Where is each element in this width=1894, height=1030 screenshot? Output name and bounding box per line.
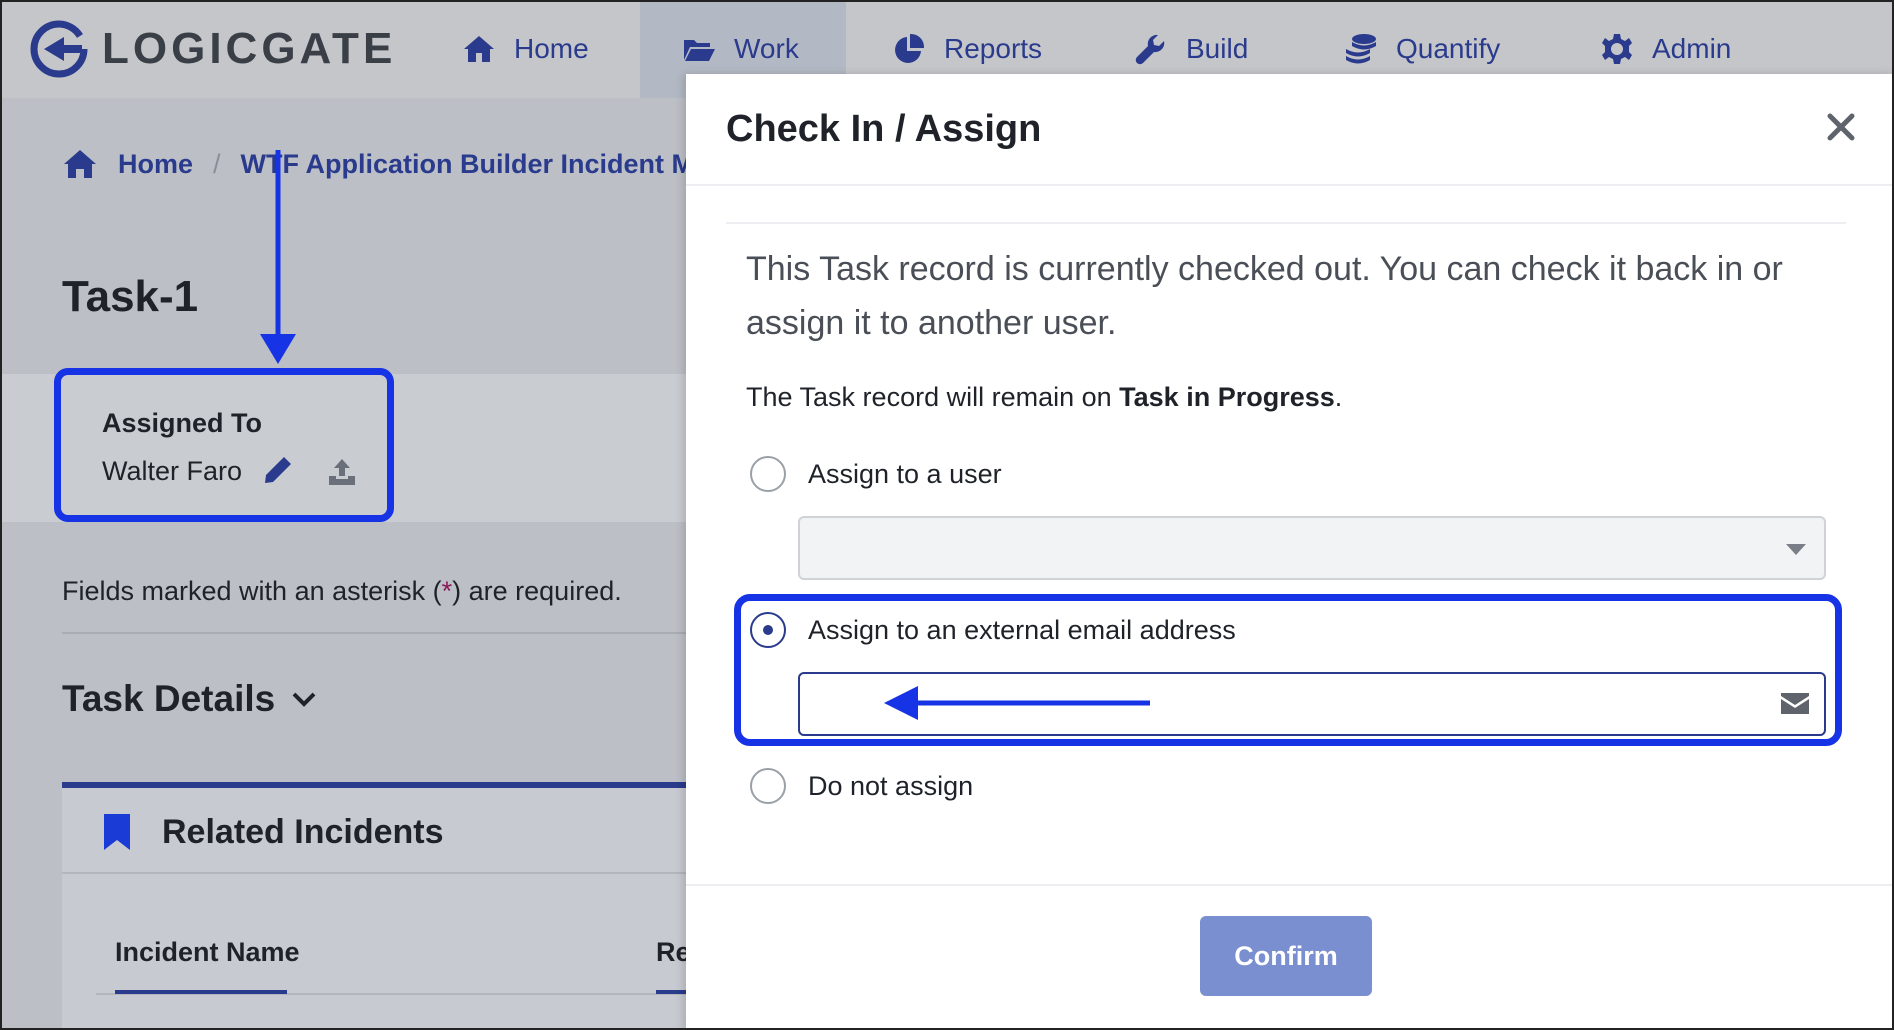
caret-down-icon: [1786, 544, 1806, 555]
option-assign-to-email[interactable]: Assign to an external email address: [750, 612, 1236, 648]
breadcrumb-home-link[interactable]: Home: [118, 149, 193, 180]
gear-icon: [1602, 34, 1632, 64]
remain-on-step-message: The Task record will remain on Task in P…: [746, 382, 1342, 413]
radio-label: Assign to an external email address: [808, 614, 1236, 645]
logo[interactable]: LOGICGATE: [30, 18, 396, 80]
modal-header-divider: [686, 184, 1894, 186]
related-incidents-header: Related Incidents: [102, 812, 444, 852]
breadcrumb-current-link[interactable]: WTF Application Builder Incident Mar: [241, 149, 720, 180]
upload-icon[interactable]: [326, 456, 358, 488]
modal-title: Check In / Assign: [726, 108, 1042, 150]
confirm-button[interactable]: Confirm: [1200, 916, 1372, 996]
radio-assign-to-email[interactable]: [750, 612, 786, 648]
column-sort-indicator: [115, 990, 287, 994]
radio-do-not-assign[interactable]: [750, 768, 786, 804]
option-do-not-assign[interactable]: Do not assign: [750, 768, 973, 804]
breadcrumb: Home / WTF Application Builder Incident …: [62, 148, 720, 180]
page-title: Task-1: [62, 272, 199, 321]
required-note-prefix: Fields marked with an asterisk (: [62, 576, 442, 606]
checked-out-message: This Task record is currently checked ou…: [746, 250, 1783, 342]
task-details-toggle[interactable]: Task Details: [62, 678, 319, 720]
close-icon: [1827, 113, 1855, 141]
assigned-to-value: Walter Faro: [102, 456, 243, 486]
radio-label: Do not assign: [808, 770, 974, 801]
check-in-assign-modal: Check In / Assign This Task record is cu…: [686, 74, 1894, 1030]
required-fields-note: Fields marked with an asterisk (*) are r…: [62, 576, 622, 607]
close-button[interactable]: [1816, 102, 1866, 152]
divider: [726, 222, 1846, 224]
nav-label: Home: [514, 33, 589, 64]
remain-step-name: Task in Progress: [1119, 382, 1335, 412]
nav-label: Build: [1186, 33, 1249, 64]
related-incidents-title: Related Incidents: [162, 812, 444, 851]
remain-suffix: .: [1334, 382, 1343, 412]
column-sort-indicator: [656, 990, 686, 994]
nav-label: Admin: [1652, 33, 1732, 64]
chevron-down-icon: [292, 692, 316, 707]
assigned-to-label: Assigned To: [102, 408, 263, 438]
required-asterisk: *: [441, 576, 453, 606]
folder-open-icon: [684, 40, 715, 61]
coins-icon: [1346, 34, 1376, 64]
radio-label: Assign to a user: [808, 458, 1002, 489]
nav-label: Quantify: [1396, 33, 1501, 64]
breadcrumb-separator: /: [213, 148, 221, 179]
modal-footer-divider: [686, 884, 1894, 886]
assigned-to-card-highlight: [54, 368, 394, 522]
logicgate-logo-icon: [30, 20, 88, 78]
email-input[interactable]: [798, 672, 1826, 736]
bookmark-icon: [104, 814, 130, 850]
nav-label: Work: [734, 33, 799, 64]
remain-prefix: The Task record will remain on: [746, 382, 1120, 412]
nav-label: Reports: [944, 33, 1043, 64]
option-assign-to-user[interactable]: Assign to a user: [750, 456, 1002, 492]
required-note-suffix: ) are required.: [452, 576, 622, 606]
home-icon: [464, 36, 494, 62]
column-header-incident-name[interactable]: Incident Name: [115, 937, 300, 968]
brand-name: LOGICGATE: [102, 24, 397, 73]
divider: [62, 872, 686, 874]
radio-assign-to-user[interactable]: [750, 456, 786, 492]
wrench-icon: [1135, 34, 1165, 65]
divider: [62, 632, 686, 634]
section-title: Task Details: [62, 678, 276, 719]
nav-home[interactable]: Home: [462, 0, 589, 98]
pie-chart-icon: [895, 33, 925, 63]
pencil-icon[interactable]: [262, 454, 294, 486]
home-icon: [64, 150, 96, 178]
user-select[interactable]: [798, 516, 1826, 580]
